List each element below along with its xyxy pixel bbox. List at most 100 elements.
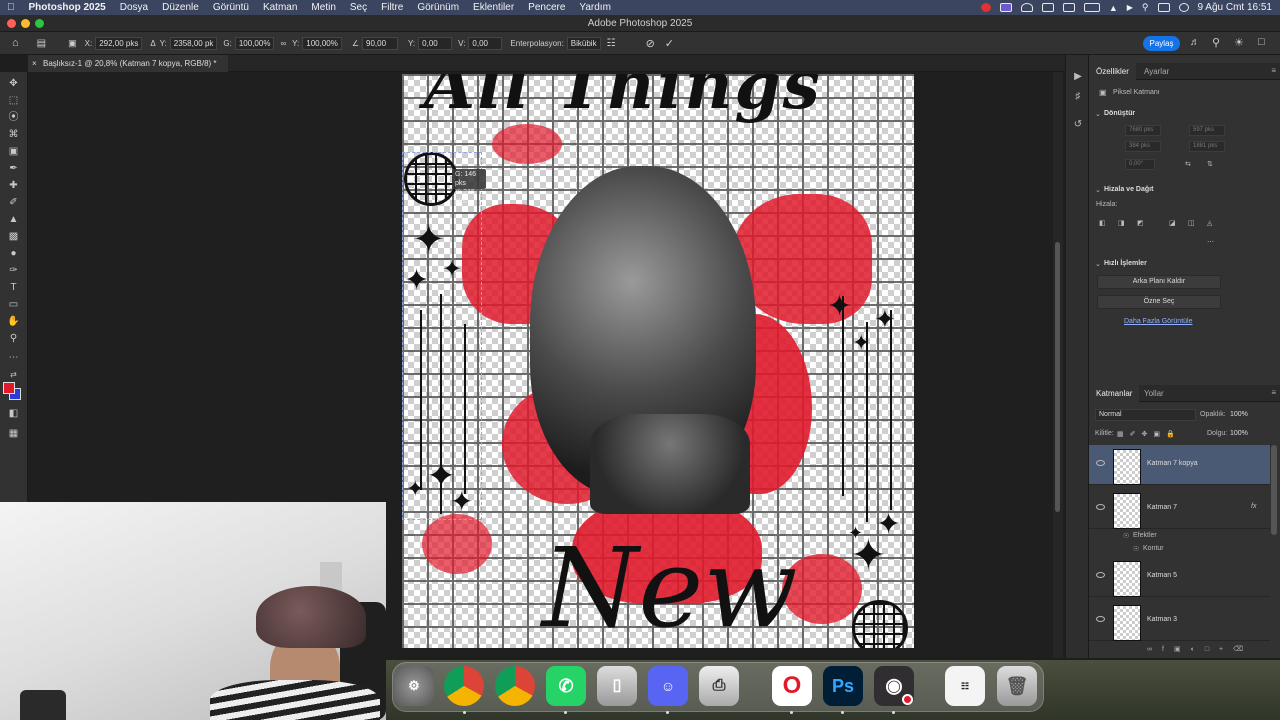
marquee-tool-icon[interactable]: ⬚ — [7, 95, 20, 106]
warp-icon[interactable]: ☷ — [607, 38, 616, 49]
pen-tool-icon[interactable]: ✑ — [7, 265, 20, 276]
flip-vertical-icon[interactable]: ⇅ — [1207, 160, 1213, 168]
layer-row[interactable]: Katman 7 kopya — [1089, 445, 1270, 485]
apple-icon[interactable]:  — [0, 2, 22, 13]
downloads-stack-icon[interactable]: ☷ — [945, 666, 985, 706]
spotlight-icon[interactable]: ⚲ — [1142, 2, 1149, 13]
gradient-tool-icon[interactable]: ▩ — [7, 231, 20, 242]
workspace-icon[interactable]: □ — [1258, 36, 1265, 48]
swap-colors-icon[interactable]: ⇄ — [7, 369, 20, 380]
system-settings-icon[interactable]: ⚙ — [394, 666, 434, 706]
cancel-transform-icon[interactable]: ⊘ — [646, 37, 655, 50]
visibility-eye-icon[interactable] — [1096, 504, 1105, 510]
select-subject-button[interactable]: Özne Seç — [1097, 295, 1221, 309]
healing-tool-icon[interactable]: ✚ — [7, 180, 20, 191]
quick-mask-icon[interactable]: ◧ — [7, 408, 20, 419]
share-button[interactable]: Paylaş — [1143, 36, 1180, 51]
link-icon[interactable]: ∞ — [280, 39, 286, 48]
chrome-icon[interactable] — [495, 666, 535, 706]
delete-layer-icon[interactable]: ⌫ — [1233, 646, 1253, 653]
close-tab-icon[interactable]: × — [32, 55, 37, 72]
fill-input[interactable]: 100% — [1230, 430, 1248, 437]
discord-icon[interactable]: ☺ — [648, 666, 688, 706]
angle-field[interactable]: 0,00° — [1125, 159, 1155, 170]
visibility-eye-icon[interactable] — [1096, 572, 1105, 578]
tab-layers[interactable]: Katmanlar — [1089, 385, 1140, 402]
search-icon[interactable]: ⚲ — [1212, 36, 1220, 49]
stroke-eye-icon[interactable]: ☉ — [1133, 545, 1139, 553]
window-icon[interactable] — [1041, 3, 1054, 12]
history-icon[interactable]: ↺ — [1072, 119, 1084, 131]
vertical-scrollbar[interactable] — [1053, 72, 1063, 658]
stamp-tool-icon[interactable]: ▲ — [7, 214, 20, 225]
align-center-h-icon[interactable]: ◨ — [1118, 219, 1125, 227]
eyedropper-tool-icon[interactable]: ✒ — [7, 163, 20, 174]
menu-file[interactable]: Dosya — [113, 2, 155, 13]
zoom-window-button[interactable] — [35, 19, 44, 28]
brush-tool-icon[interactable]: ✐ — [7, 197, 20, 208]
document-tab[interactable]: × Başlıksız-1 @ 20,8% (Katman 7 kopya, R… — [28, 55, 228, 72]
zoom-tool-icon[interactable]: ⚲ — [7, 333, 20, 344]
chrome-icon[interactable] — [444, 666, 484, 706]
layer-row[interactable]: Katman 3 — [1089, 601, 1270, 641]
menu-type[interactable]: Metin — [304, 2, 342, 13]
tab-properties[interactable]: Özellikler — [1089, 63, 1136, 80]
siri-icon[interactable] — [1178, 3, 1189, 12]
collapse-align-icon[interactable]: ⌄ — [1095, 186, 1101, 194]
clock-text[interactable]: 9 Ağu Cmt 16:51 — [1198, 2, 1273, 13]
notifications-icon[interactable]: ♬ — [1190, 37, 1200, 48]
menu-window[interactable]: Pencere — [521, 2, 572, 13]
printer-icon[interactable]: ⎙ — [699, 666, 739, 706]
screen-mirror-icon[interactable] — [999, 3, 1012, 12]
menu-edit[interactable]: Düzenle — [155, 2, 206, 13]
opacity-input[interactable]: 100% — [1230, 411, 1248, 418]
visibility-eye-icon[interactable] — [1096, 460, 1105, 466]
align-right-icon[interactable]: ◩ — [1137, 219, 1144, 227]
remove-background-button[interactable]: Arka Planı Kaldır — [1097, 275, 1221, 289]
type-tool-icon[interactable]: T — [7, 282, 20, 293]
width-input[interactable]: 100,00% — [234, 36, 275, 50]
vskew-input[interactable]: 0,00 — [468, 36, 503, 50]
adjustment-icon[interactable]: ◐ — [1191, 646, 1205, 653]
width-field[interactable]: 7680 pks — [1125, 125, 1161, 136]
delta-icon[interactable]: Δ — [150, 39, 155, 48]
control-center-icon[interactable] — [1157, 3, 1170, 12]
effects-eye-icon[interactable]: ☉ — [1123, 532, 1129, 540]
new-layer-icon[interactable]: + — [1219, 646, 1233, 653]
align-middle-v-icon[interactable]: ◫ — [1188, 219, 1195, 227]
dodge-tool-icon[interactable]: ● — [7, 248, 20, 259]
more-options-icon[interactable]: ⋯ — [1207, 238, 1214, 246]
view-more-link[interactable]: Daha Fazla Görüntüle — [1124, 318, 1192, 325]
shape-tool-icon[interactable]: ▭ — [7, 299, 20, 310]
display-icon[interactable] — [1062, 3, 1075, 12]
close-window-button[interactable] — [7, 19, 16, 28]
lock-icons[interactable]: ▦✐✥▣🔒 — [1117, 430, 1181, 438]
foreground-color-swatch[interactable] — [3, 382, 15, 394]
tab-paths[interactable]: Yollar — [1137, 385, 1171, 402]
transform-bounding-box[interactable] — [402, 152, 482, 520]
panel-menu-icon[interactable]: ≡ — [1271, 66, 1276, 75]
home-icon[interactable]: ⌂ — [12, 37, 19, 49]
lasso-tool-icon[interactable]: ⦿ — [7, 112, 20, 123]
interpolation-select[interactable]: Bikübik — [566, 36, 601, 50]
wifi-icon[interactable]: ▲ — [1109, 3, 1118, 13]
move-tool-icon[interactable]: ✥ — [7, 78, 20, 89]
visibility-eye-icon[interactable] — [1096, 616, 1105, 622]
record-icon[interactable] — [980, 3, 991, 12]
more-tools-icon[interactable]: ⋯ — [7, 352, 20, 363]
fx-icon[interactable]: f — [1162, 646, 1174, 653]
discover-icon[interactable]: ☀ — [1234, 36, 1244, 49]
trash-icon[interactable]: 🗑 — [997, 666, 1037, 706]
collapse-transform-icon[interactable]: ⌄ — [1095, 110, 1101, 118]
headphones-icon[interactable] — [1020, 3, 1033, 12]
layer-row[interactable]: Katman 7 fx — [1089, 489, 1270, 529]
y-input[interactable]: 2358,00 pk — [169, 36, 218, 50]
menu-help[interactable]: Yardım — [572, 2, 618, 13]
tab-adjustments[interactable]: Ayarlar — [1137, 63, 1176, 80]
menu-filter[interactable]: Filtre — [374, 2, 410, 13]
menu-layer[interactable]: Katman — [256, 2, 304, 13]
fx-badge[interactable]: fx — [1251, 503, 1256, 510]
align-top-icon[interactable]: ◪ — [1169, 219, 1176, 227]
battery-icon[interactable] — [1083, 3, 1100, 12]
blend-mode-select[interactable]: Normal — [1095, 409, 1196, 421]
